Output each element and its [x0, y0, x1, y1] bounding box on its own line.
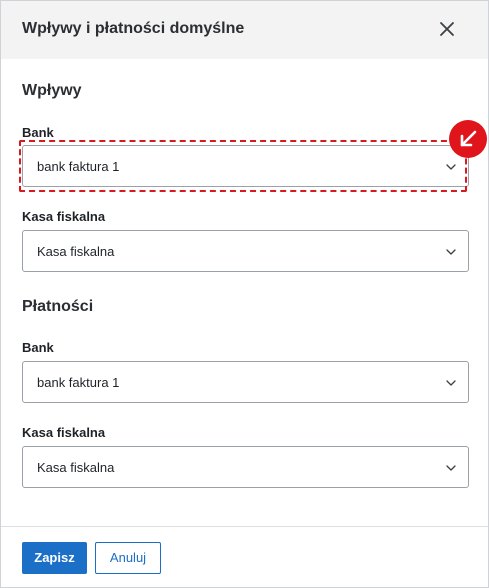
payments-bank-label: Bank — [22, 340, 54, 355]
arrow-down-left-icon — [460, 130, 477, 147]
save-button[interactable]: Zapisz — [22, 542, 87, 574]
footer-divider — [1, 526, 488, 527]
payments-cash-select[interactable]: Kasa fiskalna — [22, 446, 469, 488]
section-title-payments: Płatności — [22, 298, 94, 315]
chevron-down-icon — [446, 465, 456, 471]
inflows-bank-select[interactable]: bank faktura 1 — [22, 145, 469, 187]
chevron-down-icon — [446, 164, 456, 170]
payments-bank-select[interactable]: bank faktura 1 — [22, 361, 469, 403]
close-button[interactable] — [437, 19, 457, 39]
inflows-cash-value: Kasa fiskalna — [37, 244, 115, 259]
chevron-down-icon — [446, 249, 456, 255]
chevron-down-icon — [446, 380, 456, 386]
cancel-button[interactable]: Anuluj — [95, 542, 161, 574]
inflows-cash-label: Kasa fiskalna — [22, 209, 106, 224]
close-icon — [440, 22, 454, 36]
payments-bank-value: bank faktura 1 — [37, 375, 120, 390]
section-title-inflows: Wpływy — [22, 82, 82, 99]
payments-cash-label: Kasa fiskalna — [22, 425, 106, 440]
dialog-header: Wpływy i płatności domyślne — [1, 1, 488, 59]
dialog: Wpływy i płatności domyślne Wpływy Bank … — [0, 0, 489, 588]
payments-cash-value: Kasa fiskalna — [37, 460, 115, 475]
dialog-title: Wpływy i płatności domyślne — [22, 20, 245, 37]
inflows-bank-label: Bank — [22, 125, 54, 140]
highlight-badge — [449, 120, 487, 158]
inflows-cash-select[interactable]: Kasa fiskalna — [22, 230, 469, 272]
inflows-bank-value: bank faktura 1 — [37, 159, 120, 174]
